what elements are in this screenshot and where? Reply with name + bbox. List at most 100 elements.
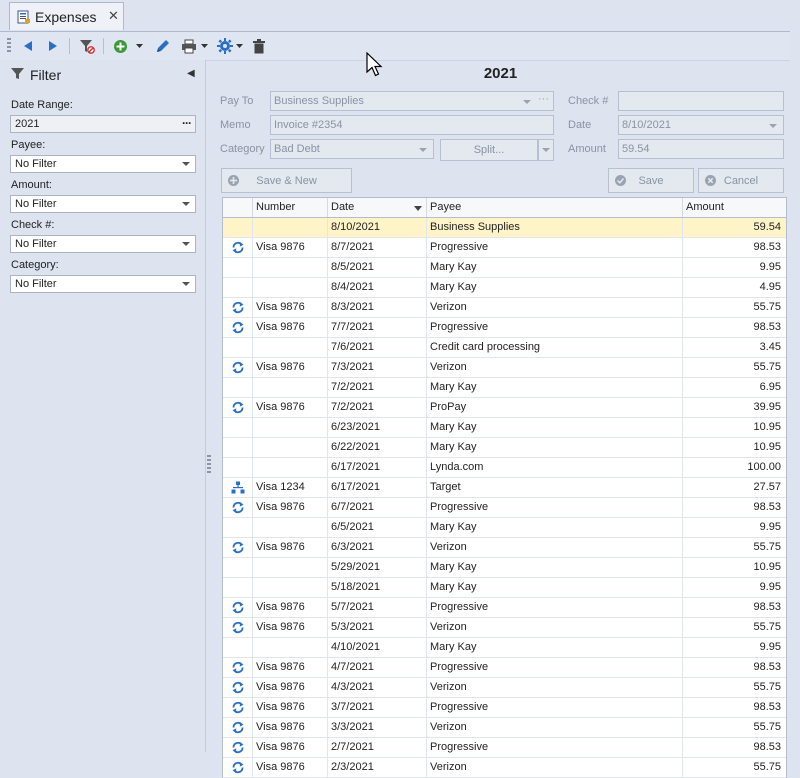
table-row[interactable]: 8/5/2021 Mary Kay 9.95 (223, 258, 786, 278)
tab-label: Expenses (35, 9, 97, 25)
collapse-panel-icon[interactable]: ◀ (187, 68, 195, 79)
clear-filter-icon[interactable] (77, 37, 97, 55)
table-row[interactable]: Visa 9876 4/7/2021 Progressive 98.53 (223, 658, 786, 678)
print-icon[interactable] (179, 37, 199, 55)
chevron-down-icon[interactable] (523, 100, 531, 104)
table-row[interactable]: 8/4/2021 Mary Kay 4.95 (223, 278, 786, 298)
cell-payee: Lynda.com (427, 458, 683, 477)
cell-payee: Verizon (427, 538, 683, 557)
table-row[interactable]: Visa 9876 5/3/2021 Verizon 55.75 (223, 618, 786, 638)
chevron-down-icon[interactable] (182, 282, 190, 286)
cell-date: 8/4/2021 (328, 278, 427, 297)
col-header-number[interactable]: Number (253, 198, 328, 217)
save-button[interactable]: Save (608, 168, 694, 193)
chevron-down-icon[interactable] (769, 124, 777, 128)
gear-icon[interactable] (215, 37, 235, 55)
table-row[interactable]: 5/29/2021 Mary Kay 10.95 (223, 558, 786, 578)
cell-number (253, 258, 328, 277)
chevron-down-icon[interactable] (182, 162, 190, 166)
payee-filter-value: No Filter (15, 158, 57, 170)
category-filter-select[interactable]: No Filter (10, 275, 196, 293)
table-row[interactable]: Visa 9876 3/7/2021 Progressive 98.53 (223, 698, 786, 718)
table-row[interactable]: Visa 9876 4/3/2021 Verizon 55.75 (223, 678, 786, 698)
cell-date: 6/3/2021 (328, 538, 427, 557)
settings-dropdown-chevron-down-icon[interactable] (234, 37, 244, 55)
toolbar-grip[interactable] (7, 38, 11, 54)
edit-pencil-icon[interactable] (152, 37, 172, 55)
col-header-amount[interactable]: Amount (683, 198, 784, 217)
cell-amount: 98.53 (753, 241, 781, 253)
add-dropdown-chevron-down-icon[interactable] (134, 37, 144, 55)
table-row[interactable]: Visa 9876 2/7/2021 Progressive 98.53 (223, 738, 786, 758)
table-row[interactable]: Visa 9876 5/7/2021 Progressive 98.53 (223, 598, 786, 618)
table-row[interactable]: 4/10/2021 Mary Kay 9.95 (223, 638, 786, 658)
recurring-icon (231, 621, 245, 634)
ellipsis-button[interactable]: ··· (182, 116, 192, 130)
cell-date: 7/7/2021 (328, 318, 427, 337)
split-dropdown-button[interactable] (538, 139, 554, 161)
check-filter-select[interactable]: No Filter (10, 235, 196, 253)
table-row[interactable]: 7/6/2021 Credit card processing 3.45 (223, 338, 786, 358)
table-row[interactable]: Visa 9876 7/7/2021 Progressive 98.53 (223, 318, 786, 338)
amount-filter-select[interactable]: No Filter (10, 195, 196, 213)
category-select[interactable]: Bad Debt (270, 139, 434, 159)
cell-number: Visa 1234 (253, 478, 328, 497)
ellipsis-button[interactable]: ··· (538, 93, 549, 105)
table-row[interactable]: Visa 9876 8/7/2021 Progressive 98.53 (223, 238, 786, 258)
table-row[interactable]: 7/2/2021 Mary Kay 6.95 (223, 378, 786, 398)
filter-panel: Filter ◀ Date Range: 2021 ··· Payee: No … (0, 60, 206, 752)
cell-payee: Progressive (427, 698, 683, 717)
cell-date: 7/2/2021 (328, 378, 427, 397)
table-row[interactable]: 6/22/2021 Mary Kay 10.95 (223, 438, 786, 458)
category-label: Category: (11, 259, 59, 271)
table-row[interactable]: Visa 9876 6/3/2021 Verizon 55.75 (223, 538, 786, 558)
chevron-down-icon[interactable] (419, 148, 427, 152)
grid-body: 8/10/2021 Business Supplies 59.54 Visa 9876… (223, 218, 786, 778)
cell-amount: 10.95 (753, 421, 781, 433)
cell-number: Visa 9876 (253, 498, 328, 517)
print-dropdown-chevron-down-icon[interactable] (199, 37, 209, 55)
cell-number (253, 218, 328, 237)
trash-icon[interactable] (249, 37, 269, 55)
save-and-new-button[interactable]: Save & New (221, 168, 352, 193)
year-title: 2021 (483, 65, 518, 82)
col-header-date[interactable]: Date (328, 198, 427, 217)
table-row[interactable]: Visa 9876 7/3/2021 Verizon 55.75 (223, 358, 786, 378)
table-row[interactable]: 6/23/2021 Mary Kay 10.95 (223, 418, 786, 438)
cancel-button[interactable]: Cancel (698, 168, 784, 193)
table-row[interactable]: Visa 9876 8/3/2021 Verizon 55.75 (223, 298, 786, 318)
date-field[interactable]: 8/10/2021 (618, 115, 784, 135)
table-row[interactable]: 8/10/2021 Business Supplies 59.54 (223, 218, 786, 238)
table-row[interactable]: Visa 9876 3/3/2021 Verizon 55.75 (223, 718, 786, 738)
recurring-icon (231, 541, 245, 554)
payee-label: Payee: (11, 139, 46, 151)
check-field[interactable] (618, 91, 784, 111)
forward-arrow-icon[interactable] (44, 37, 62, 55)
payee-filter-select[interactable]: No Filter (10, 155, 196, 173)
recurring-icon (231, 661, 245, 674)
chevron-down-icon[interactable] (182, 242, 190, 246)
cell-date: 2/7/2021 (328, 738, 427, 757)
table-row[interactable]: 6/5/2021 Mary Kay 9.95 (223, 518, 786, 538)
tab-expenses[interactable]: Expenses ✕ (9, 2, 124, 30)
table-row[interactable]: Visa 9876 7/2/2021 ProPay 39.95 (223, 398, 786, 418)
date-range-field[interactable]: 2021 ··· (10, 115, 196, 133)
table-row[interactable]: Visa 9876 6/7/2021 Progressive 98.53 (223, 498, 786, 518)
table-row[interactable]: Visa 1234 6/17/2021 Target 27.57 (223, 478, 786, 498)
cell-date: 5/3/2021 (328, 618, 427, 637)
amount-field[interactable]: 59.54 (618, 139, 784, 159)
col-header-payee[interactable]: Payee (427, 198, 683, 217)
back-arrow-icon[interactable] (19, 37, 37, 55)
memo-field[interactable]: Invoice #2354 (270, 115, 554, 135)
col-header-icon[interactable] (223, 198, 253, 217)
add-icon[interactable] (110, 37, 130, 55)
table-row[interactable]: 6/17/2021 Lynda.com 100.00 (223, 458, 786, 478)
payto-field[interactable]: Business Supplies ··· (270, 91, 554, 111)
table-row[interactable]: Visa 9876 2/3/2021 Verizon 55.75 (223, 758, 786, 778)
close-icon[interactable]: ✕ (108, 8, 119, 24)
row-icon-cell (223, 638, 253, 657)
cell-amount: 59.54 (753, 221, 781, 233)
split-button[interactable]: Split... (440, 139, 538, 161)
table-row[interactable]: 5/18/2021 Mary Kay 9.95 (223, 578, 786, 598)
chevron-down-icon[interactable] (182, 202, 190, 206)
